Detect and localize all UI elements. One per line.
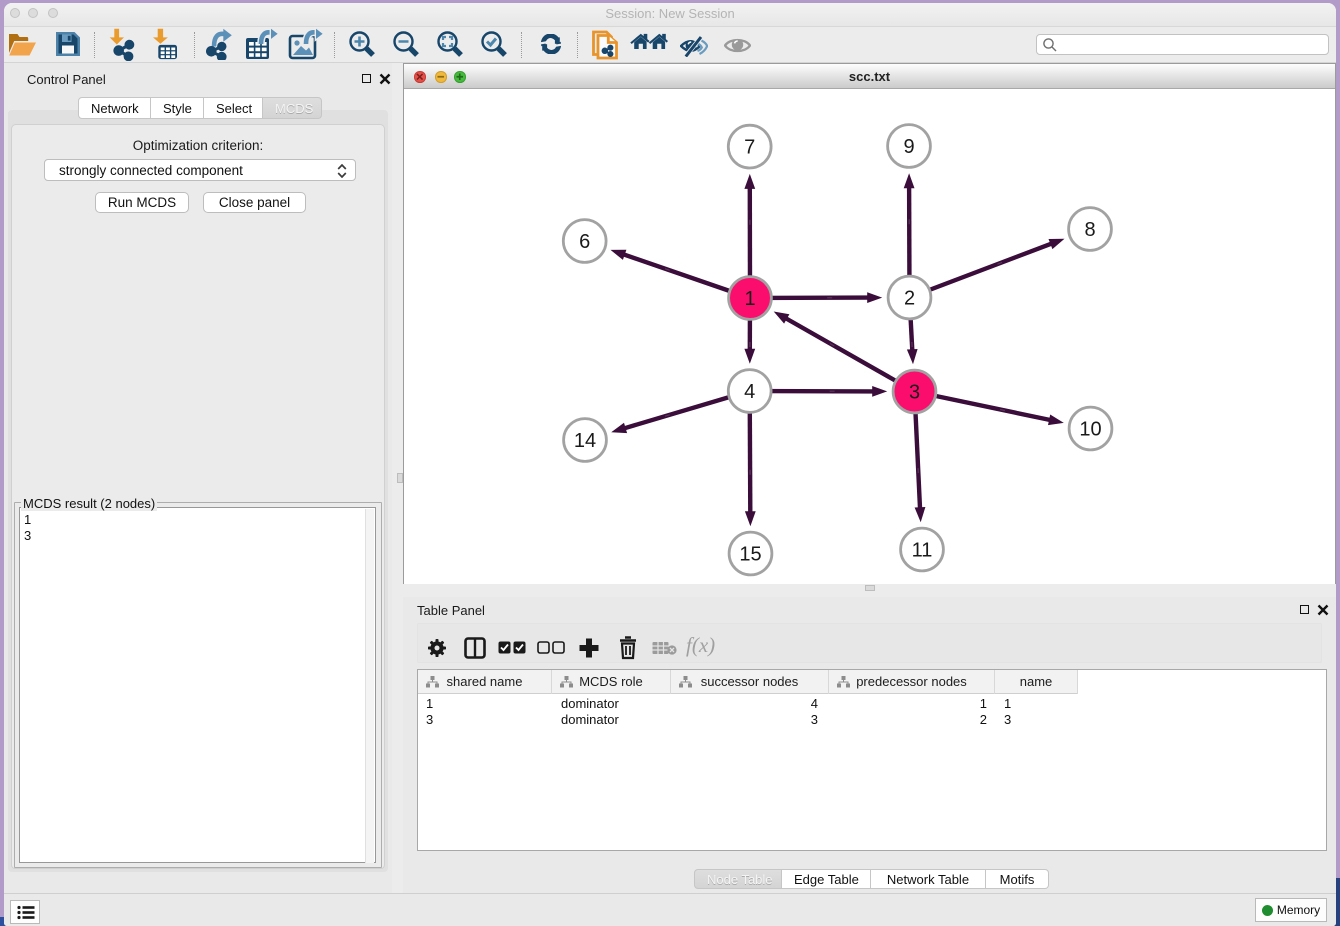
- svg-text:10: 10: [1079, 419, 1101, 441]
- svg-text:4: 4: [744, 381, 755, 403]
- svg-text:15: 15: [739, 544, 761, 566]
- svg-text:11: 11: [912, 540, 933, 562]
- svg-text:6: 6: [579, 231, 590, 253]
- svg-text:3: 3: [909, 382, 920, 404]
- svg-text:1: 1: [744, 288, 755, 310]
- svg-text:8: 8: [1084, 219, 1095, 241]
- svg-text:9: 9: [903, 136, 914, 158]
- svg-text:14: 14: [574, 430, 596, 452]
- svg-text:7: 7: [744, 137, 755, 159]
- svg-text:2: 2: [904, 288, 915, 310]
